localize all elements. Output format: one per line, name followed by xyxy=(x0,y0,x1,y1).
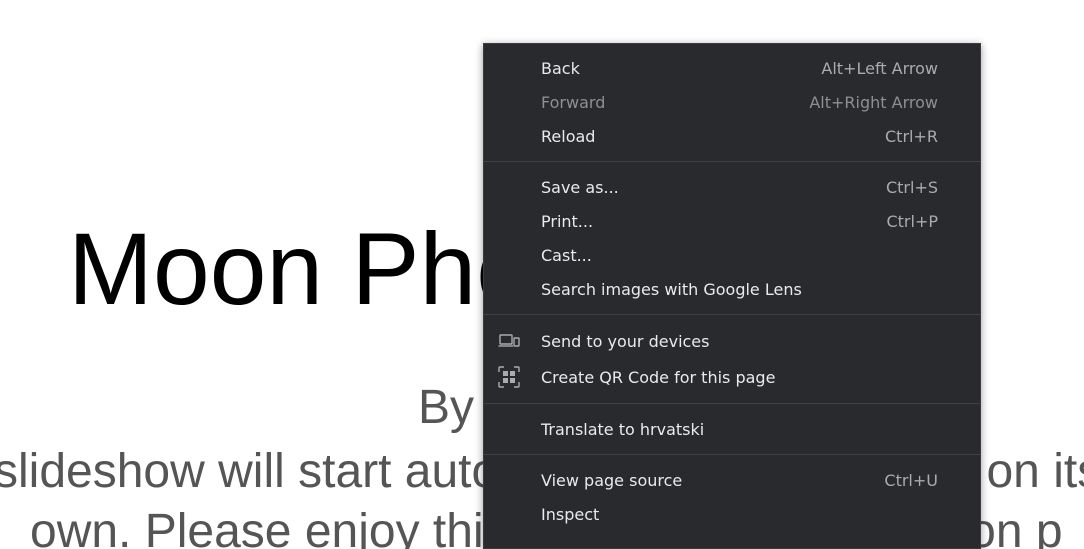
context-menu: Back Alt+Left Arrow Forward Alt+Right Ar… xyxy=(483,43,981,549)
menu-item-label: Translate to hrvatski xyxy=(541,419,705,439)
menu-separator xyxy=(484,403,980,404)
menu-item-view-page-source[interactable]: View page source Ctrl+U xyxy=(484,463,980,497)
menu-item-label: Create QR Code for this page xyxy=(541,367,776,387)
menu-item-back[interactable]: Back Alt+Left Arrow xyxy=(484,51,980,85)
menu-item-create-qr-code[interactable]: Create QR Code for this page xyxy=(484,359,980,395)
menu-item-search-google-lens[interactable]: Search images with Google Lens xyxy=(484,272,980,306)
menu-item-inspect[interactable]: Inspect xyxy=(484,497,980,531)
menu-item-label: Reload xyxy=(541,126,596,146)
menu-item-label: Search images with Google Lens xyxy=(541,279,802,299)
menu-item-label: Cast... xyxy=(541,245,592,265)
menu-item-save-as[interactable]: Save as... Ctrl+S xyxy=(484,170,980,204)
menu-item-translate[interactable]: Translate to hrvatski xyxy=(484,412,980,446)
menu-separator xyxy=(484,161,980,162)
menu-item-print[interactable]: Print... Ctrl+P xyxy=(484,204,980,238)
web-page: Moon Photo Project By slideshow will sta… xyxy=(0,0,1084,549)
menu-item-shortcut: Ctrl+S xyxy=(885,177,938,197)
devices-icon xyxy=(497,329,521,353)
menu-item-shortcut: Ctrl+R xyxy=(885,126,938,146)
menu-item-forward[interactable]: Forward Alt+Right Arrow xyxy=(484,85,980,119)
menu-item-label: Send to your devices xyxy=(541,331,710,351)
byline: By xyxy=(418,381,475,434)
menu-item-shortcut: Alt+Right Arrow xyxy=(809,92,938,112)
menu-item-label: Print... xyxy=(541,211,594,231)
menu-item-label: Forward xyxy=(541,92,606,112)
menu-item-send-to-devices[interactable]: Send to your devices xyxy=(484,323,980,359)
menu-item-shortcut: Ctrl+P xyxy=(886,211,938,231)
menu-item-cast[interactable]: Cast... xyxy=(484,238,980,272)
menu-item-reload[interactable]: Reload Ctrl+R xyxy=(484,119,980,153)
menu-item-label: Save as... xyxy=(541,177,619,197)
menu-item-label: View page source xyxy=(541,470,683,490)
qr-code-icon xyxy=(497,365,521,389)
menu-item-shortcut: Alt+Left Arrow xyxy=(821,58,938,78)
menu-item-label: Back xyxy=(541,58,580,78)
menu-item-shortcut: Ctrl+U xyxy=(884,470,938,490)
menu-separator xyxy=(484,314,980,315)
menu-item-label: Inspect xyxy=(541,504,600,524)
menu-separator xyxy=(484,454,980,455)
